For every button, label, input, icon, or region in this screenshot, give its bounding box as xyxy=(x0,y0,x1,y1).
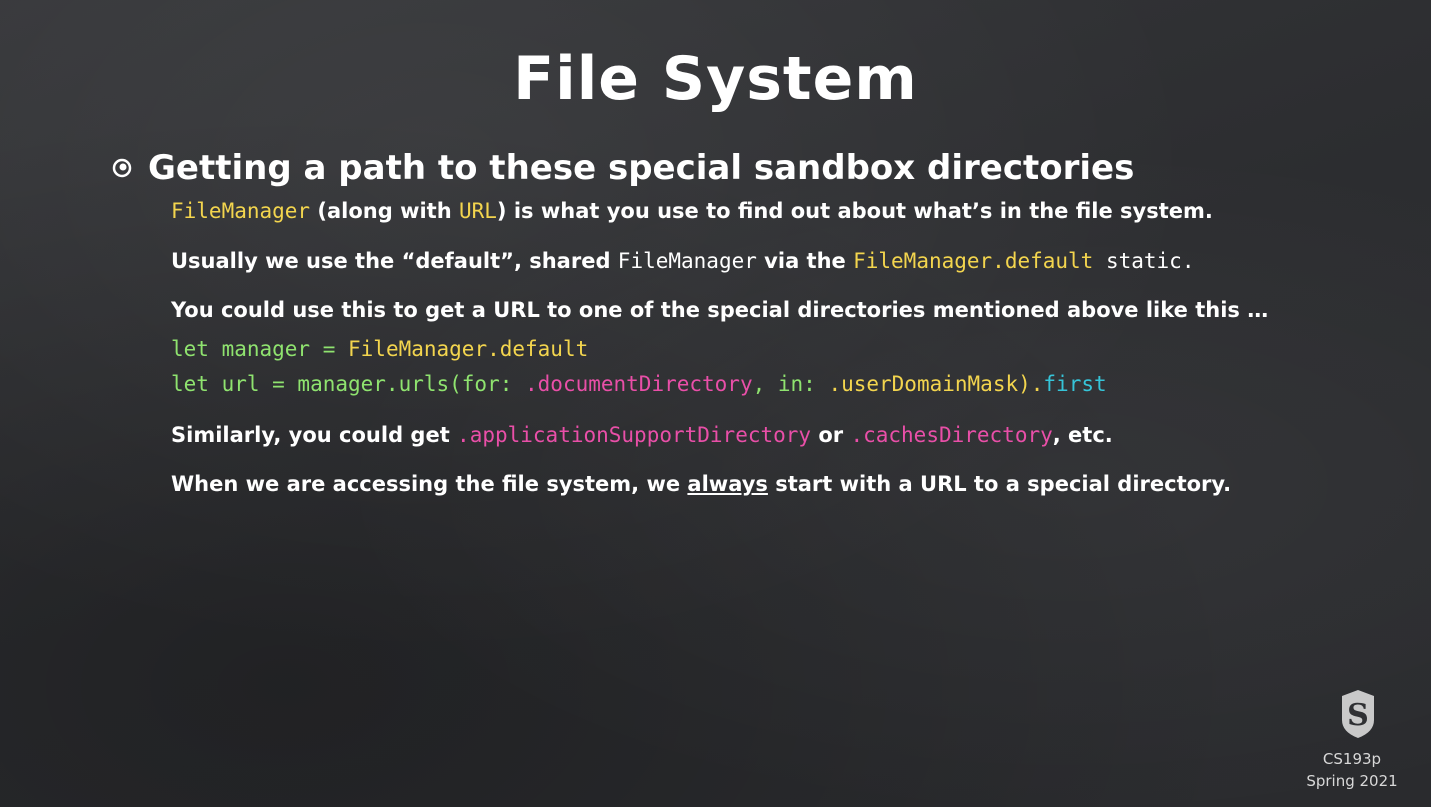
code-url: URL xyxy=(458,199,497,223)
course-term: Spring 2021 xyxy=(1306,772,1398,790)
svg-text:S: S xyxy=(1347,698,1369,733)
text: When we are accessing the file system, w… xyxy=(171,472,688,496)
code-filemanager-plain: FileManager xyxy=(617,249,757,273)
code-filemanager-default: FileManager.default xyxy=(853,249,1094,273)
slide-title: File System xyxy=(513,44,918,114)
bullet-icon xyxy=(112,158,132,178)
paragraph-filemanager: FileManager (along with URL) is what you… xyxy=(171,199,1213,223)
emphasis-always: always xyxy=(687,472,768,496)
code-arg-domain: .userDomainMask xyxy=(828,372,1019,396)
bullet-heading: Getting a path to these special sandbox … xyxy=(112,148,1134,188)
course-name: CS193p xyxy=(1322,750,1382,768)
paragraph-always: When we are accessing the file system, w… xyxy=(171,472,1231,496)
course-label: CS193p Spring 2021 xyxy=(1297,748,1407,792)
text: start with a URL to a special directory. xyxy=(767,472,1232,496)
text: Usually we use the “default”, shared xyxy=(171,249,618,273)
code-arg-document: .documentDirectory xyxy=(525,372,753,396)
text: ) is what you use to find out about what… xyxy=(496,199,1213,223)
code-caches: .cachesDirectory xyxy=(850,423,1053,447)
code-text: , in: xyxy=(752,372,829,396)
text: via the xyxy=(756,249,854,273)
stanford-logo-icon: S xyxy=(1342,690,1374,738)
paragraph-special-dirs: You could use this to get a URL to one o… xyxy=(171,298,1269,322)
code-text: let manager = xyxy=(171,337,349,361)
text: (along with xyxy=(310,199,459,223)
code-line-manager: let manager = FileManager.default xyxy=(171,337,588,361)
code-value: FileManager.default xyxy=(348,337,589,361)
slide: File System Getting a path to these spec… xyxy=(0,0,1431,807)
code-line-url: let url = manager.urls(for: .documentDir… xyxy=(171,372,1107,396)
text: , etc. xyxy=(1052,423,1113,447)
paragraph-default: Usually we use the “default”, shared Fil… xyxy=(171,249,1194,273)
code-filemanager: FileManager xyxy=(171,199,311,223)
paragraph-similarly: Similarly, you could get .applicationSup… xyxy=(171,423,1113,447)
code-text: let url = manager.urls(for: xyxy=(171,372,526,396)
bullet-text: Getting a path to these special sandbox … xyxy=(148,148,1135,188)
code-prop-first: first xyxy=(1043,372,1107,396)
text-static: static. xyxy=(1093,249,1195,273)
text: Similarly, you could get xyxy=(171,423,458,447)
text: or xyxy=(811,423,851,447)
code-app-support: .applicationSupportDirectory xyxy=(457,423,812,447)
code-text: ). xyxy=(1018,372,1044,396)
